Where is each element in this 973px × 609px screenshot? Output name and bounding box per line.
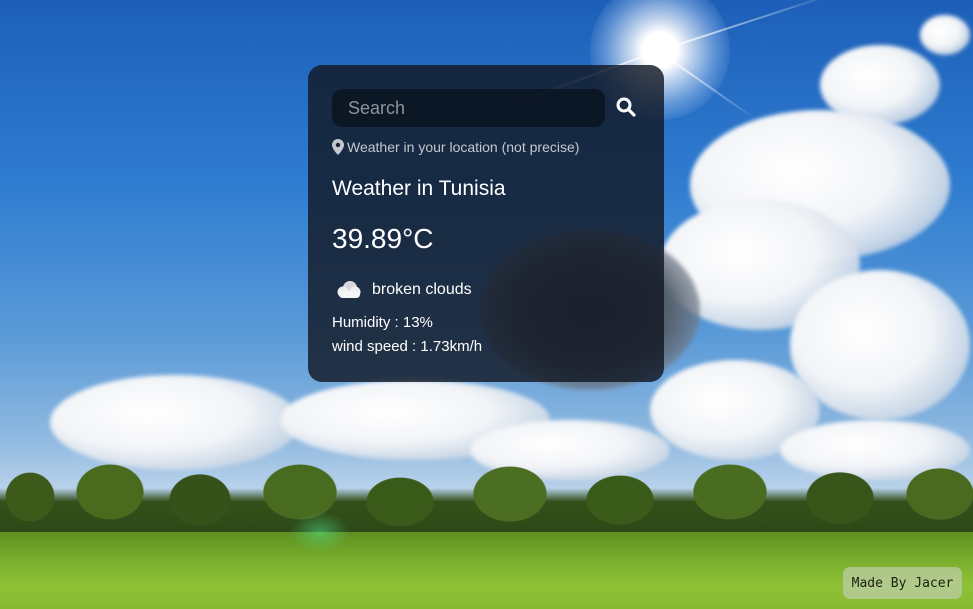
magnifier-icon (616, 97, 636, 120)
credit-badge: Made By Jacer (843, 567, 962, 599)
weather-card: Weather in your location (not precise) W… (308, 65, 664, 382)
broken-clouds-icon (332, 277, 366, 303)
weather-description-text: broken clouds (372, 281, 472, 298)
humidity-text: Humidity : 13% (332, 314, 433, 331)
search-input[interactable] (332, 89, 605, 127)
cloud (920, 15, 970, 55)
location-note-text: Weather in your location (not precise) (347, 139, 580, 155)
search-bar (332, 89, 640, 127)
lens-flare (290, 512, 350, 552)
city-title: Weather in Tunisia (332, 177, 506, 200)
search-button[interactable] (613, 95, 639, 121)
wind-speed-text: wind speed : 1.73km/h (332, 338, 483, 355)
tree-line (0, 452, 973, 542)
credit-text: Made By Jacer (851, 575, 954, 591)
map-pin-icon (332, 139, 344, 155)
location-note: Weather in your location (not precise) (332, 139, 640, 155)
weather-description: broken clouds (332, 277, 640, 303)
temperature-value: 39.89°C (332, 223, 434, 254)
grass-field (0, 532, 973, 609)
